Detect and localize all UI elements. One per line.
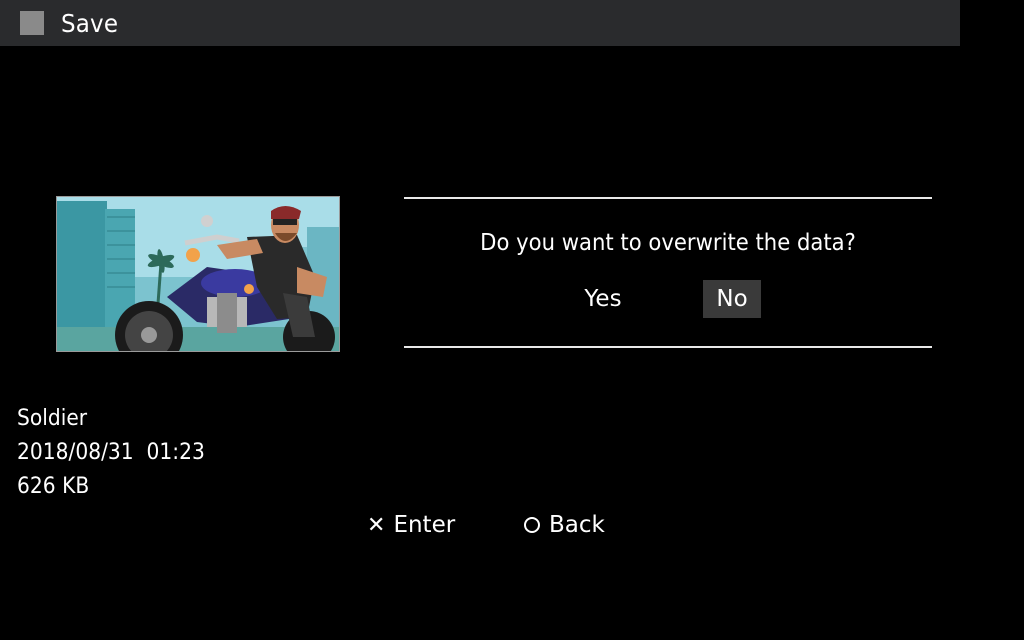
- yes-button[interactable]: Yes: [572, 280, 634, 318]
- no-button[interactable]: No: [703, 280, 761, 318]
- cross-button-icon: ✕: [367, 512, 386, 538]
- enter-hint[interactable]: ✕ Enter: [367, 508, 455, 542]
- circle-button-icon: [524, 517, 540, 533]
- save-slot-size: 626 KB: [17, 474, 90, 499]
- back-hint-label: Back: [549, 512, 605, 538]
- back-hint[interactable]: Back: [524, 508, 605, 542]
- save-slot-datetime: 2018/08/31 01:23: [17, 440, 205, 465]
- save-slot-name: Soldier: [17, 406, 88, 431]
- dialog-question: Do you want to overwrite the data?: [480, 230, 856, 256]
- save-square-icon: [20, 11, 44, 35]
- page-title: Save: [61, 8, 119, 38]
- enter-hint-label: Enter: [393, 512, 456, 538]
- save-slot-info: Soldier 2018/08/31 01:23 626 KB: [17, 402, 205, 504]
- save-thumbnail: [56, 196, 340, 352]
- save-screen: Save Soldier 2018/08/31 01:23 626 KB Do …: [0, 0, 1024, 640]
- dialog-top-divider: [404, 197, 932, 199]
- game-thumbnail-biker: [57, 197, 339, 351]
- dialog-bottom-divider: [404, 346, 932, 348]
- button-hints: ✕ Enter Back: [0, 508, 1024, 542]
- overwrite-dialog: Do you want to overwrite the data? Yes N…: [404, 197, 932, 348]
- title-bar: Save: [0, 0, 960, 46]
